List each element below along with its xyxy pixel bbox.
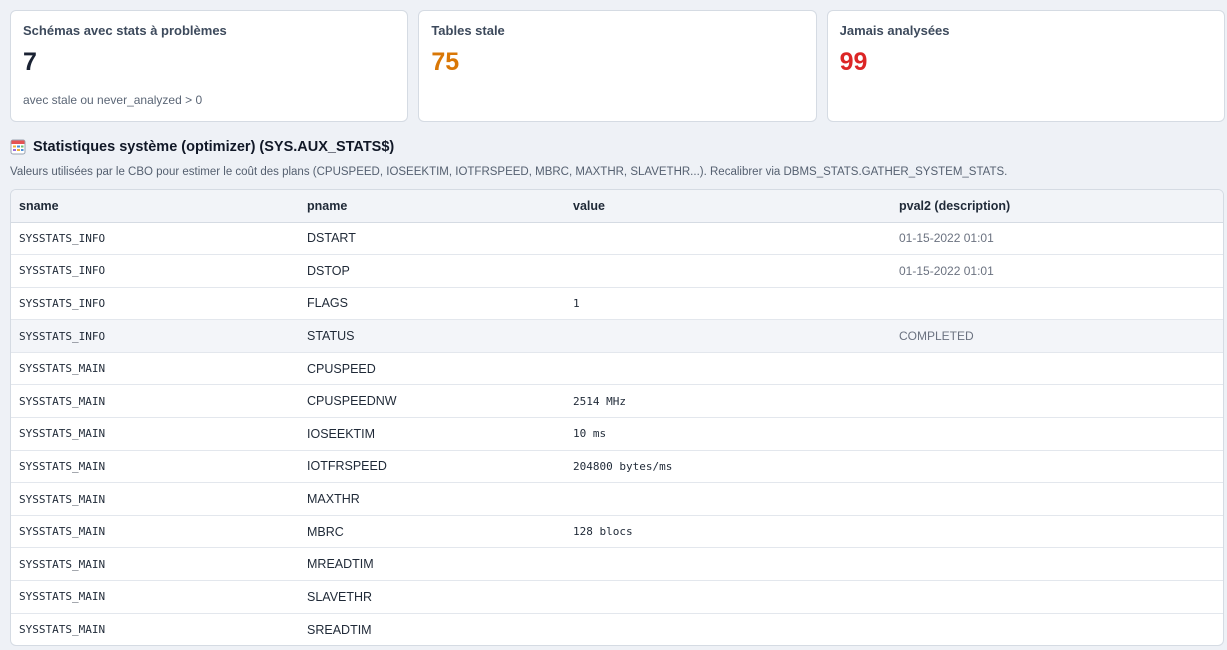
cell-pname: DSTOP xyxy=(299,254,565,288)
cell-pname: SLAVETHR xyxy=(299,580,565,614)
table-row[interactable]: SYSSTATS_INFO FLAGS 1 xyxy=(11,287,1223,321)
cell-pval2 xyxy=(891,580,1223,614)
cell-value xyxy=(565,580,891,614)
table-row[interactable]: SYSSTATS_MAIN IOTFRSPEED 204800 bytes/ms xyxy=(11,450,1223,484)
section-title: Statistiques système (optimizer) (SYS.AU… xyxy=(33,139,395,155)
card-problem-schemas: Schémas avec stats à problèmes 7 avec st… xyxy=(10,10,409,122)
table-icon xyxy=(10,139,26,155)
cell-pname: MAXTHR xyxy=(299,482,565,516)
cell-value xyxy=(565,222,891,256)
table-row[interactable]: SYSSTATS_MAIN CPUSPEEDNW 2514 MHz xyxy=(11,384,1223,419)
cell-sname: SYSSTATS_MAIN xyxy=(11,580,299,614)
cell-pname: MBRC xyxy=(299,515,565,549)
cell-value: 1 xyxy=(565,287,891,321)
cell-sname: SYSSTATS_MAIN xyxy=(11,482,299,516)
cell-sname: SYSSTATS_INFO xyxy=(11,319,299,353)
cell-sname: SYSSTATS_MAIN xyxy=(11,547,299,582)
cell-pname: IOSEEKTIM xyxy=(299,417,565,451)
column-header-pval2[interactable]: pval2 (description) xyxy=(891,190,1223,223)
cell-sname: SYSSTATS_INFO xyxy=(11,222,299,256)
table-row[interactable]: SYSSTATS_INFO DSTART 01-15-2022 01:01 xyxy=(11,222,1223,256)
card-value: 75 xyxy=(431,48,460,76)
cell-pval2: COMPLETED xyxy=(891,319,1223,353)
cell-pval2 xyxy=(891,352,1223,386)
cell-value xyxy=(565,547,891,582)
card-never-analyzed: Jamais analysées 99 xyxy=(826,10,1225,122)
card-title: Tables stale xyxy=(431,23,505,38)
cell-sname: SYSSTATS_INFO xyxy=(11,254,299,288)
cell-value xyxy=(565,613,891,645)
cell-sname: SYSSTATS_INFO xyxy=(11,287,299,321)
cell-sname: SYSSTATS_MAIN xyxy=(11,352,299,386)
card-stale-tables: Tables stale 75 xyxy=(418,10,817,122)
cell-pname: IOTFRSPEED xyxy=(299,450,565,484)
cell-sname: SYSSTATS_MAIN xyxy=(19,623,106,637)
cell-pval2 xyxy=(891,482,1223,516)
cell-sname: SYSSTATS_MAIN xyxy=(11,417,299,451)
cell-pval2 xyxy=(891,547,1223,582)
summary-cards: Schémas avec stats à problèmes 7 avec st… xyxy=(10,10,1225,122)
cell-value: 10 ms xyxy=(565,417,891,451)
cell-value: 2514 MHz xyxy=(565,384,891,419)
card-title: Schémas avec stats à problèmes xyxy=(23,23,227,38)
card-title: Jamais analysées xyxy=(839,23,950,38)
cell-pval2 xyxy=(891,613,1223,645)
cell-pval2 xyxy=(891,450,1223,484)
cell-value xyxy=(565,482,891,516)
table-row[interactable]: SYSSTATS_MAIN MREADTIM xyxy=(11,547,1223,582)
card-subtitle: avec stale ou never_analyzed > 0 xyxy=(23,93,203,107)
column-header-sname[interactable]: sname xyxy=(11,190,299,223)
cell-sname: SYSSTATS_MAIN xyxy=(11,515,299,549)
cell-value xyxy=(565,254,891,288)
card-value: 99 xyxy=(839,48,868,76)
cell-pname: CPUSPEEDNW xyxy=(299,384,565,419)
cell-pval2 xyxy=(891,515,1223,549)
aux-stats-table: sname pname value pval2 (description) SY… xyxy=(10,189,1224,646)
table-row[interactable]: SYSSTATS_INFO DSTOP 01-15-2022 01:01 xyxy=(11,254,1223,288)
cell-pname: FLAGS xyxy=(299,287,565,321)
cell-pval2: 01-15-2022 01:01 xyxy=(891,254,1223,288)
table-header-row: sname pname value pval2 (description) xyxy=(11,190,1223,223)
column-header-value[interactable]: value xyxy=(565,190,891,223)
cell-sname: SYSSTATS_MAIN xyxy=(11,450,299,484)
table-row[interactable]: SYSSTATS_MAIN IOSEEKTIM 10 ms xyxy=(11,417,1223,451)
cell-value xyxy=(565,352,891,386)
cell-sname: SYSSTATS_MAIN xyxy=(11,384,299,419)
table-row[interactable]: SYSSTATS_MAIN MBRC 128 blocs xyxy=(11,515,1223,549)
column-header-pname[interactable]: pname xyxy=(299,190,565,223)
cell-value xyxy=(565,319,891,353)
table-row[interactable]: SYSSTATS_INFO STATUS COMPLETED xyxy=(11,319,1223,353)
cell-pval2: 01-15-2022 01:01 xyxy=(891,222,1223,256)
cell-pname: DSTART xyxy=(299,222,565,256)
cell-pname: CPUSPEED xyxy=(299,352,565,386)
section-heading: Statistiques système (optimizer) (SYS.AU… xyxy=(10,136,394,158)
cell-pval2 xyxy=(891,417,1223,451)
table-row[interactable]: SYSSTATS_MAIN SREADTIM xyxy=(11,613,1223,645)
cell-pname: MREADTIM xyxy=(299,547,565,582)
table-row[interactable]: SYSSTATS_MAIN CPUSPEED xyxy=(11,352,1223,386)
card-value: 7 xyxy=(23,48,37,76)
table-row[interactable]: SYSSTATS_MAIN MAXTHR xyxy=(11,482,1223,516)
table-row[interactable]: SYSSTATS_MAIN SLAVETHR xyxy=(11,580,1223,614)
cell-pval2 xyxy=(891,287,1223,321)
cell-value: 204800 bytes/ms xyxy=(565,450,891,484)
cell-pname: STATUS xyxy=(299,319,565,353)
cell-value: 128 blocs xyxy=(565,515,891,549)
section-description: Valeurs utilisées par le CBO pour estime… xyxy=(10,166,1008,178)
cell-pval2 xyxy=(891,384,1223,419)
cell-pname: SREADTIM xyxy=(307,622,372,637)
